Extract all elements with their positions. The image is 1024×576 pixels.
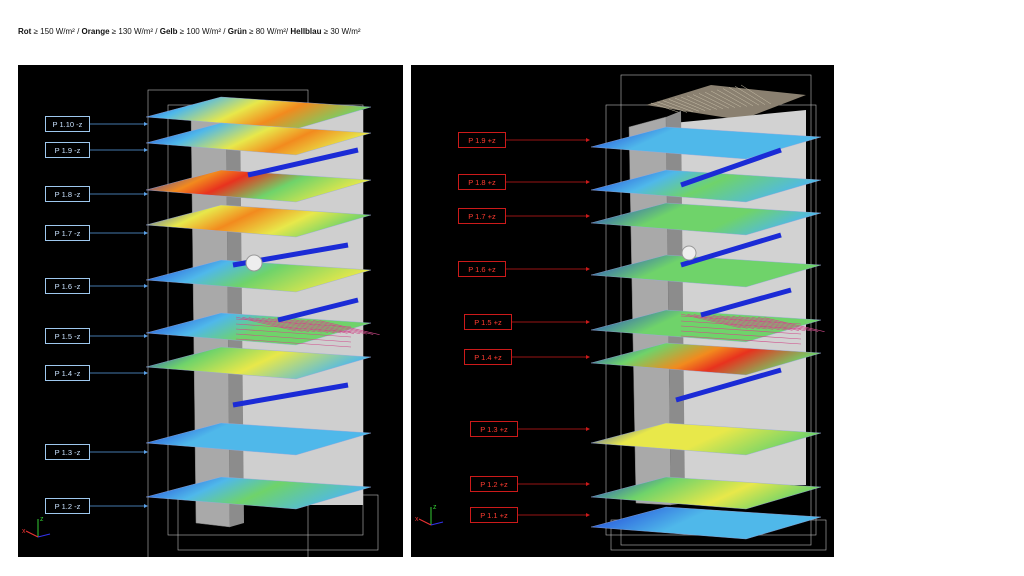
legend-class-name: Grün: [227, 27, 247, 36]
building-render-left: zx: [22, 89, 380, 557]
leader-arrowhead: [144, 371, 148, 375]
plane-label: P 1.9 -z: [45, 142, 90, 158]
legend-class-name: Orange: [81, 27, 110, 36]
legend-class-name: Rot: [18, 27, 32, 36]
legend-class-threshold: ≥ 130 W/m²: [111, 27, 154, 36]
leader-arrowhead: [586, 427, 590, 431]
irradiance-plane: [590, 506, 822, 540]
z-axis-label: z: [40, 516, 44, 523]
plane-label: P 1.7 -z: [45, 225, 90, 241]
plane-label: P 1.3 -z: [45, 444, 90, 460]
plane-label: P 1.8 -z: [45, 186, 90, 202]
legend-class-threshold: ≥ 30 W/m²: [323, 27, 361, 36]
legend-separator: /: [221, 27, 228, 36]
axis-triad: zx: [415, 504, 444, 526]
plane-label: P 1.1 +z: [470, 507, 518, 523]
plane-label: P 1.8 +z: [458, 174, 506, 190]
y-axis-line: [37, 533, 51, 538]
plane-label: P 1.5 +z: [464, 314, 512, 330]
leader-arrowhead: [144, 504, 148, 508]
legend-class-name: Gelb: [159, 27, 178, 36]
y-axis-line: [430, 521, 444, 526]
leader-arrowhead: [586, 267, 590, 271]
plane-label: P 1.6 -z: [45, 278, 90, 294]
leader-arrowhead: [144, 231, 148, 235]
irradiance-legend: Rot ≥ 150 W/m² / Orange ≥ 130 W/m² / Gel…: [18, 27, 361, 36]
leader-arrowhead: [144, 284, 148, 288]
x-axis-line: [418, 518, 432, 526]
z-axis-label: z: [433, 504, 437, 511]
model-view-plus-z: zx P 1.9 +z P 1.8 +z P 1.7 +z P 1.6 +z P 1.5…: [411, 65, 834, 557]
legend-class-threshold: ≥ 150 W/m²: [33, 27, 75, 36]
x-axis-line: [25, 530, 39, 538]
legend-class-threshold: ≥ 100 W/m²: [179, 27, 222, 36]
leader-arrowhead: [144, 334, 148, 338]
legend-separator: /: [74, 27, 82, 36]
x-axis-label: x: [415, 516, 419, 523]
leader-arrowhead: [586, 180, 590, 184]
leader-arrowhead: [144, 122, 148, 126]
leader-arrowhead: [586, 138, 590, 142]
model-view-minus-z: zx P 1.10 -z P 1.9 -z P 1.8 -z P 1.7 -z P 1.…: [18, 65, 403, 557]
plane-label: P 1.5 -z: [45, 328, 90, 344]
leader-arrowhead: [144, 450, 148, 454]
leader-arrowhead: [144, 148, 148, 152]
plane-label: P 1.10 -z: [45, 116, 90, 132]
plane-label: P 1.2 +z: [470, 476, 518, 492]
leader-arrowhead: [586, 513, 590, 517]
plane-label: P 1.6 +z: [458, 261, 506, 277]
legend-class-threshold: ≥ 80 W/m²: [249, 27, 286, 36]
plane-label: P 1.2 -z: [45, 498, 90, 514]
plane-label: P 1.3 +z: [470, 421, 518, 437]
x-axis-label: x: [22, 528, 26, 535]
leader-arrowhead: [586, 355, 590, 359]
leader-arrowhead: [586, 214, 590, 218]
leader-arrowhead: [144, 192, 148, 196]
leader-arrowhead: [586, 320, 590, 324]
legend-class-name: Hellblau: [290, 27, 322, 36]
plane-label: P 1.4 +z: [464, 349, 512, 365]
vent-opening: [245, 254, 263, 272]
plane-label: P 1.7 +z: [458, 208, 506, 224]
axis-triad: zx: [22, 516, 51, 538]
legend-separator: /: [153, 27, 160, 36]
leader-arrowhead: [586, 482, 590, 486]
plane-label: P 1.4 -z: [45, 365, 90, 381]
vent-opening: [681, 245, 697, 261]
plane-label: P 1.9 +z: [458, 132, 506, 148]
